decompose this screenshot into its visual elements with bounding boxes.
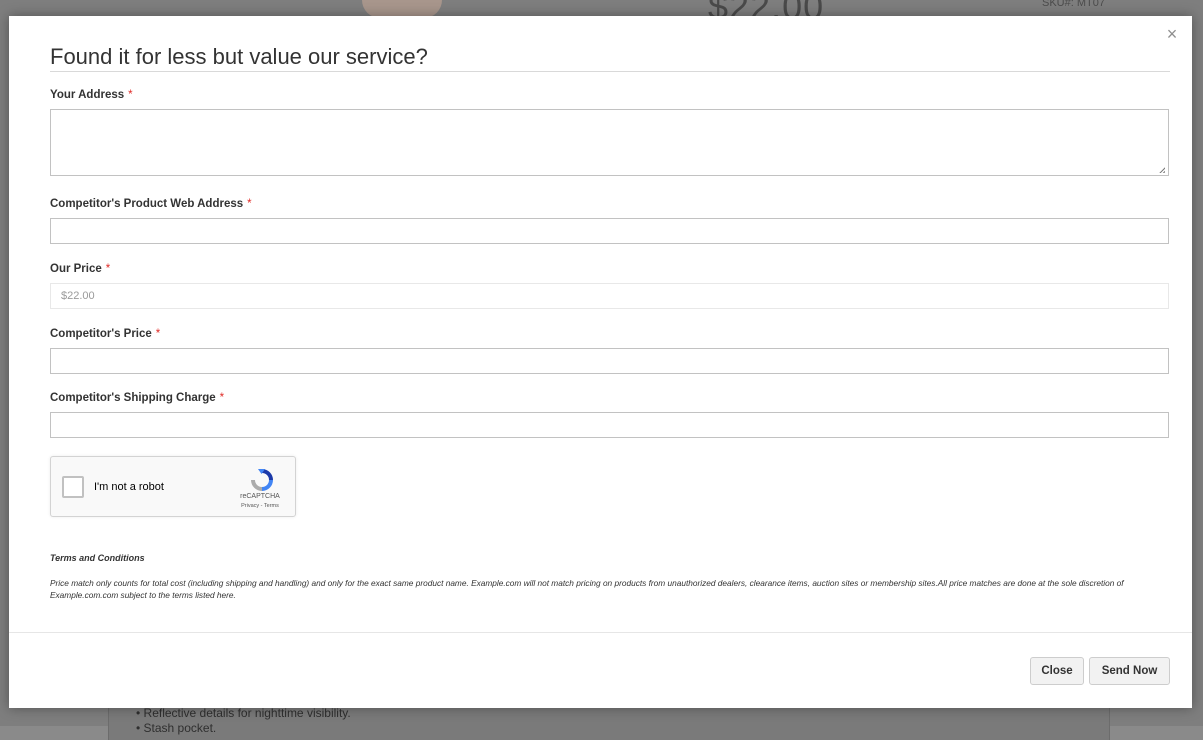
our-price-label-text: Our Price [50, 263, 102, 275]
required-marker: * [247, 198, 252, 210]
competitor-price-label: Competitor's Price * [50, 328, 160, 340]
close-button[interactable]: Close [1030, 657, 1084, 685]
competitor-url-label: Competitor's Product Web Address * [50, 198, 252, 210]
our-price-input [50, 283, 1169, 309]
product-sku: SKU#: MT07 [1042, 0, 1105, 9]
address-label: Your Address * [50, 89, 133, 101]
recaptcha-widget: I'm not a robot reCAPTCHA Privacy - Term… [50, 456, 296, 517]
terms-title: Terms and Conditions [50, 553, 145, 563]
address-textarea[interactable] [50, 109, 1169, 176]
required-marker: * [155, 328, 161, 340]
recaptcha-label: I'm not a robot [94, 481, 164, 493]
send-now-button[interactable]: Send Now [1089, 657, 1170, 685]
our-price-label: Our Price * [50, 263, 110, 275]
shipping-charge-label: Competitor's Shipping Charge * [50, 392, 224, 404]
required-marker: * [219, 392, 225, 404]
competitor-price-input[interactable] [50, 348, 1169, 374]
competitor-url-input[interactable] [50, 218, 1169, 244]
competitor-url-label-text: Competitor's Product Web Address [50, 198, 244, 210]
required-marker: * [105, 263, 111, 275]
recaptcha-logo-icon [251, 469, 273, 491]
resize-grip-icon[interactable] [1159, 167, 1165, 173]
footer-divider [9, 632, 1192, 633]
competitor-price-label-text: Competitor's Price [50, 328, 152, 340]
required-marker: * [128, 89, 133, 101]
recaptcha-privacy-terms-link[interactable]: Privacy - Terms [229, 503, 291, 509]
product-feature-bullet: • Stash pocket. [136, 721, 217, 735]
address-label-text: Your Address [50, 89, 125, 101]
recaptcha-checkbox[interactable] [62, 476, 84, 498]
product-feature-bullet: • Reflective details for nighttime visib… [136, 706, 351, 720]
shipping-charge-label-text: Competitor's Shipping Charge [50, 392, 216, 404]
recaptcha-brand: reCAPTCHA [240, 493, 280, 500]
close-icon[interactable]: × [1162, 24, 1182, 44]
price-match-modal: × Found it for less but value our servic… [9, 16, 1192, 708]
title-divider [50, 71, 1170, 72]
shipping-charge-input[interactable] [50, 412, 1169, 438]
terms-text: Price match only counts for total cost (… [50, 578, 1124, 600]
modal-title: Found it for less but value our service? [50, 44, 428, 69]
